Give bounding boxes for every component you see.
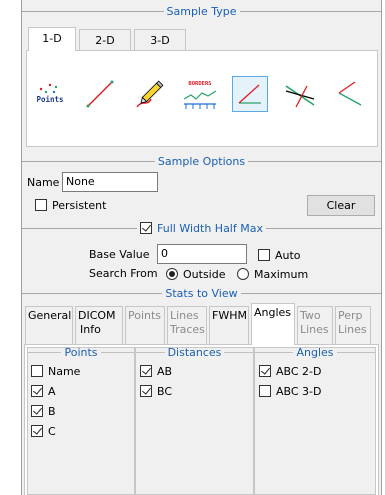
tab-2d[interactable]: 2-D <box>79 29 131 51</box>
tab-points[interactable]: Points <box>125 306 165 344</box>
sample-options-title: Sample Options <box>157 154 246 168</box>
points-column-title: Points <box>64 345 98 359</box>
stats-panel: Sample Type 1-D 2-D 3-D Points BORDERS S… <box>21 0 382 495</box>
crossing-lines-sample-icon[interactable] <box>282 76 318 112</box>
fwhm-header: Full Width Half Max <box>22 221 382 235</box>
stat-angle-abc-2d-label: ABC 2-D <box>276 364 322 378</box>
maximum-radio-dot[interactable] <box>237 268 249 280</box>
stat-point-b-box[interactable] <box>31 405 43 417</box>
sample-options-header: Sample Options <box>22 154 381 168</box>
stat-angle-abc-2d-box[interactable] <box>259 365 271 377</box>
tab-general[interactable]: General <box>25 306 73 344</box>
stat-point-b-label: B <box>48 404 56 418</box>
line-sample-icon[interactable] <box>82 76 118 112</box>
fwhm-checkbox-box[interactable] <box>140 222 153 234</box>
tab-lines-traces-label-2: Traces <box>170 323 205 336</box>
stats-title: Stats to View <box>165 286 238 300</box>
svg-text:BORDERS: BORDERS <box>188 81 211 87</box>
stat-distance-bc-box[interactable] <box>140 385 152 397</box>
svg-text:Points: Points <box>36 95 63 104</box>
stat-point-c-box[interactable] <box>31 425 43 437</box>
base-value-label: Base Value <box>89 248 150 261</box>
outside-label: Outside <box>183 267 226 281</box>
tab-fwhm-label: FWHM <box>212 309 247 322</box>
pencil-sample-icon[interactable] <box>132 76 168 112</box>
angles-column-title: Angles <box>296 345 334 359</box>
tab-perp-lines[interactable]: Perp Lines <box>335 306 371 344</box>
stat-angle-abc-2d-checkbox[interactable]: ABC 2-D <box>259 364 322 378</box>
points-column-header: Points <box>28 345 135 359</box>
tab-two-lines-label-1: Two <box>300 309 321 322</box>
angle-2-sample-icon[interactable] <box>332 76 368 112</box>
name-field[interactable]: None <box>62 172 158 192</box>
stat-angle-abc-3d-checkbox[interactable]: ABC 3-D <box>259 384 322 398</box>
stats-header: Stats to View <box>22 286 382 300</box>
points-sample-icon[interactable]: Points <box>32 76 68 112</box>
distances-column-header: Distances <box>136 345 253 359</box>
tab-two-lines-label-2: Lines <box>300 323 329 336</box>
maximum-radio[interactable]: Maximum <box>237 267 308 281</box>
tab-dicom-info[interactable]: DICOM Info <box>75 306 123 344</box>
tab-dicom-info-label-2: Info <box>80 323 101 336</box>
stat-point-a-box[interactable] <box>31 385 43 397</box>
stat-point-b-checkbox[interactable]: B <box>31 404 56 418</box>
outside-radio-dot[interactable] <box>166 268 178 280</box>
tab-angles[interactable]: Angles <box>251 303 295 345</box>
persistent-checkbox-box[interactable] <box>35 199 47 211</box>
clear-button[interactable]: Clear <box>307 195 375 216</box>
borders-sample-icon[interactable]: BORDERS <box>182 76 218 112</box>
distances-column: Distances AB BC <box>135 345 254 495</box>
persistent-label: Persistent <box>52 198 107 212</box>
stat-angle-abc-3d-box[interactable] <box>259 385 271 397</box>
auto-checkbox[interactable]: Auto <box>258 248 301 262</box>
stat-point-c-label: C <box>48 424 56 438</box>
sample-type-header: Sample Type <box>22 4 382 18</box>
stat-distance-bc-checkbox[interactable]: BC <box>140 384 172 398</box>
auto-checkbox-box[interactable] <box>258 249 270 261</box>
auto-label: Auto <box>275 248 301 262</box>
tab-general-label: General <box>28 309 72 322</box>
tab-points-label: Points <box>128 309 162 322</box>
tab-perp-lines-label-1: Perp <box>338 309 363 322</box>
fwhm-checkbox[interactable]: Full Width Half Max <box>137 221 266 235</box>
stat-point-name-checkbox[interactable]: Name <box>31 364 80 378</box>
stat-angle-abc-3d-label: ABC 3-D <box>276 384 322 398</box>
search-from-label: Search From <box>89 267 158 280</box>
outside-radio[interactable]: Outside <box>166 267 225 281</box>
points-column: Points Name A B C <box>27 345 135 495</box>
stat-distance-ab-checkbox[interactable]: AB <box>140 364 172 378</box>
stat-point-name-label: Name <box>48 364 81 378</box>
fwhm-label: Full Width Half Max <box>157 221 263 235</box>
stat-point-a-checkbox[interactable]: A <box>31 384 56 398</box>
stat-distance-ab-box[interactable] <box>140 365 152 377</box>
tab-two-lines[interactable]: Two Lines <box>297 306 333 344</box>
stat-point-a-label: A <box>48 384 56 398</box>
tab-fwhm[interactable]: FWHM <box>209 306 249 344</box>
tab-perp-lines-label-2: Lines <box>338 323 367 336</box>
tab-lines-traces-label-1: Lines <box>170 309 199 322</box>
stat-point-name-box[interactable] <box>31 365 43 377</box>
tab-angles-label: Angles <box>254 306 292 319</box>
stat-distance-ab-label: AB <box>157 364 173 378</box>
maximum-label: Maximum <box>254 267 309 281</box>
name-label: Name <box>27 176 60 189</box>
angle-sample-icon[interactable] <box>232 76 268 112</box>
stat-distance-bc-label: BC <box>157 384 173 398</box>
stat-point-c-checkbox[interactable]: C <box>31 424 56 438</box>
persistent-checkbox[interactable]: Persistent <box>35 198 106 212</box>
angles-column-header: Angles <box>255 345 376 359</box>
angles-column: Angles ABC 2-D ABC 3-D <box>254 345 376 495</box>
tab-dicom-info-label-1: DICOM <box>78 309 116 322</box>
tab-3d[interactable]: 3-D <box>134 29 186 51</box>
sample-type-title: Sample Type <box>166 4 237 18</box>
tab-lines-traces[interactable]: Lines Traces <box>167 306 207 344</box>
distances-column-title: Distances <box>167 345 222 359</box>
tab-1d[interactable]: 1-D <box>28 27 76 51</box>
base-value-field[interactable]: 0 <box>157 244 247 264</box>
